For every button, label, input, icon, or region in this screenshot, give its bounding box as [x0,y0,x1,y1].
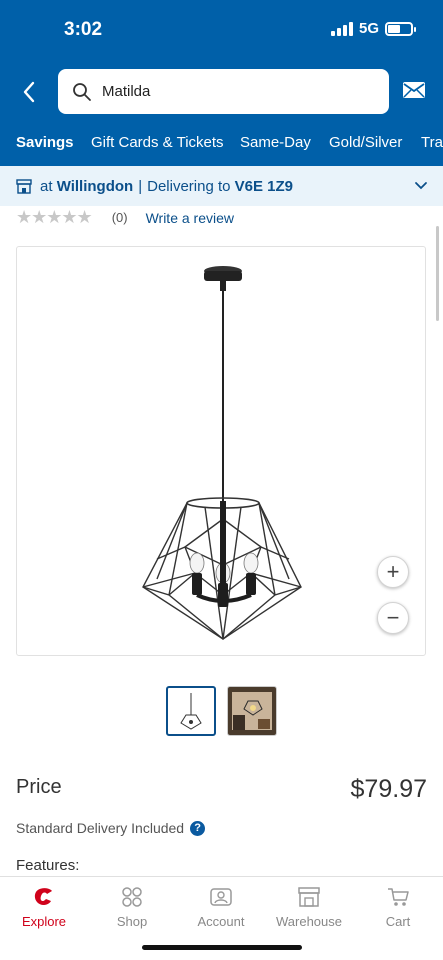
costco-logo-icon [34,888,52,905]
tab-cart-label: Cart [385,914,411,929]
nav-item-same-day[interactable]: Same-Day [240,134,311,151]
zoom-out-button[interactable]: − [377,602,409,634]
mail-icon [403,82,425,98]
location-separator: | [138,177,143,195]
home-indicator[interactable] [142,945,302,950]
cart-icon [388,888,409,906]
search-icon [73,82,91,101]
status-indicators: 5G [330,20,416,37]
features-heading: Features: [16,857,80,874]
zoom-in-button[interactable]: + [377,556,409,588]
delivering-label: Delivering to [147,177,231,195]
tab-cart[interactable]: Cart [358,885,438,929]
chevron-left-icon [23,81,35,103]
tab-account[interactable]: Account [181,885,261,929]
account-icon [210,888,232,906]
nav-item-travel[interactable]: Trav [421,134,443,151]
status-time: 3:02 [64,19,103,40]
store-name: Willingdon [56,177,134,195]
search-input[interactable]: Matilda [58,69,389,114]
product-image[interactable]: + − [16,246,426,656]
location-bar[interactable]: at Willingdon | Delivering to V6E 1Z9 [0,166,443,206]
location-prefix: at [40,177,53,195]
postal-code: V6E 1Z9 [234,177,294,195]
grid-icon [122,887,142,907]
warehouse-icon [298,887,320,907]
signal-icon [330,21,353,36]
category-nav: Savings Gift Cards & Tickets Same-Day Go… [0,134,443,156]
tab-warehouse-label: Warehouse [276,914,342,929]
pendant-light-image [142,266,302,640]
battery-icon [385,21,416,36]
nav-item-gold-silver[interactable]: Gold/Silver [329,134,402,151]
tab-explore-label: Explore [21,914,67,929]
delivery-info: Standard Delivery Included ? [16,820,206,836]
rating-count: (0) [111,210,128,225]
tab-shop-label: Shop [116,914,148,929]
room-thumbnail-image [228,687,276,735]
write-review-link[interactable]: Write a review [146,210,234,226]
app-header: 3:02 5G Matilda Savings Gift Cards & Tic… [0,0,443,166]
tab-warehouse[interactable]: Warehouse [269,885,349,929]
plus-icon: + [386,559,400,584]
scrollbar[interactable] [436,226,439,321]
thumbnail-product[interactable] [166,686,216,736]
rating-stars: ★★★★★ [16,207,93,227]
tab-shop[interactable]: Shop [92,885,172,929]
thumbnail-lifestyle[interactable] [227,686,277,736]
price-label: Price [16,776,62,798]
store-icon [16,178,32,194]
nav-item-savings[interactable]: Savings [16,134,74,151]
minus-icon: − [386,605,400,630]
search-query: Matilda [102,83,151,100]
back-button[interactable] [18,78,42,106]
mail-button[interactable] [402,80,426,100]
price-value: $79.97 [350,775,427,803]
tab-explore[interactable]: Explore [4,885,84,929]
nav-item-gift-cards[interactable]: Gift Cards & Tickets [91,134,224,151]
tab-account-label: Account [197,914,245,929]
rating-row: ★★★★★ (0) Write a review [16,207,234,228]
help-icon[interactable]: ? [190,820,206,836]
delivery-text: Standard Delivery Included [16,820,185,836]
pendant-thumbnail-image [180,693,202,730]
chevron-down-icon [415,182,427,190]
network-label: 5G [358,20,379,37]
